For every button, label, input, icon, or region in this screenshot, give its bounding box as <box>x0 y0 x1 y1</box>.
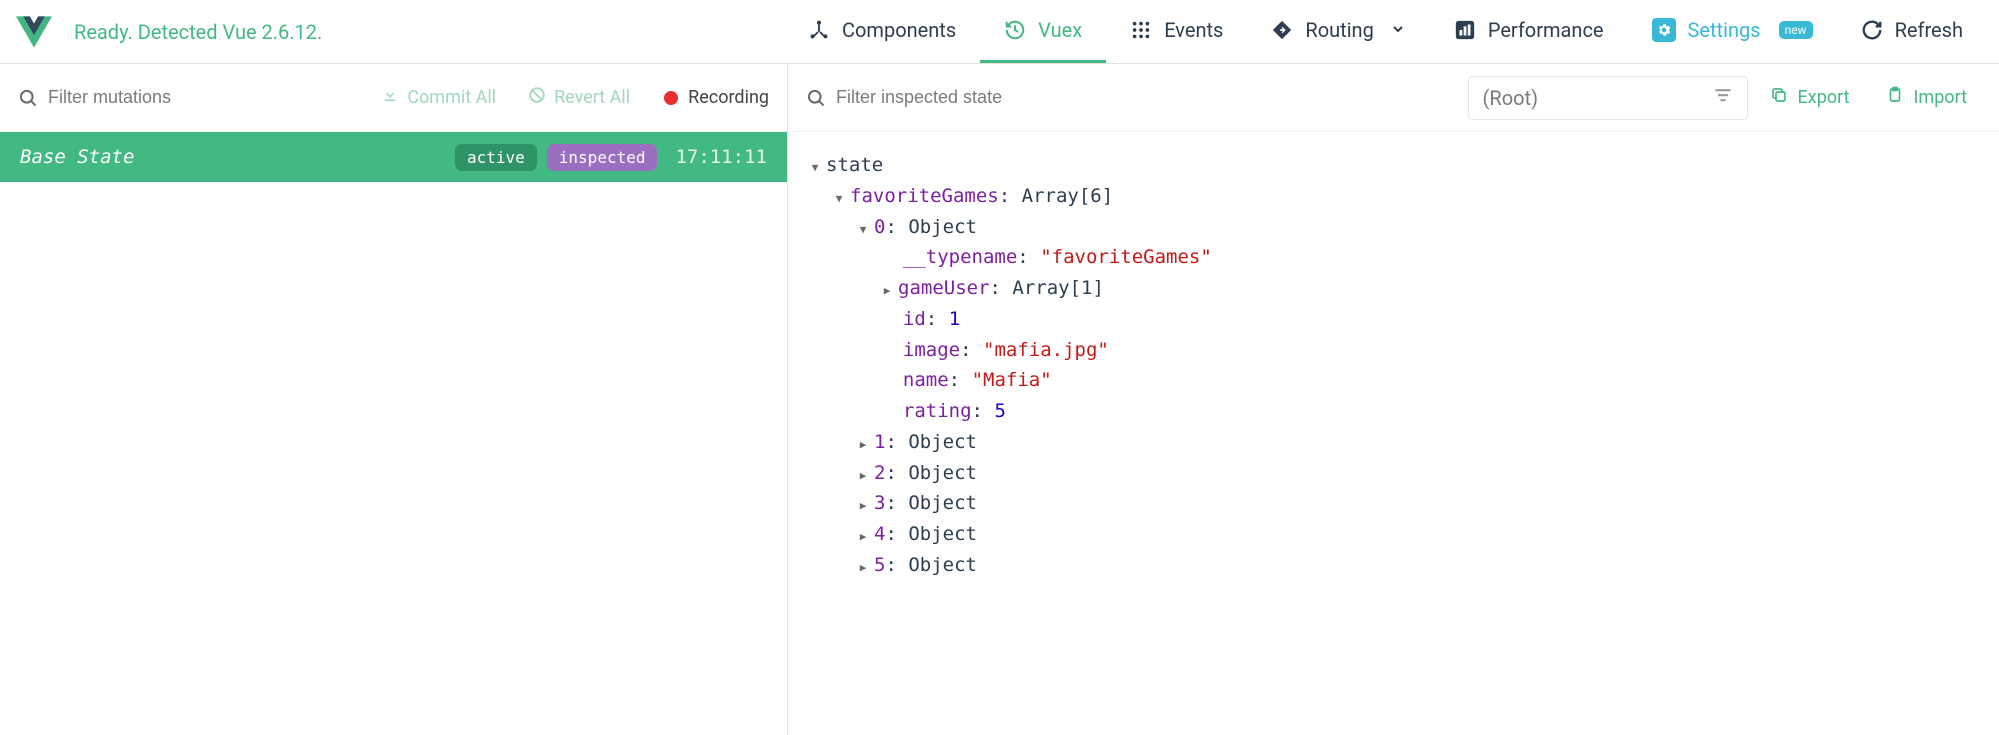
caret-right-icon <box>856 519 870 550</box>
tree-leaf-name: name: "Mafia" <box>808 365 1979 396</box>
recording-label: Recording <box>688 87 769 108</box>
tree-node-item-3[interactable]: 3: Object <box>808 488 1979 519</box>
tab-routing[interactable]: Routing <box>1247 0 1429 63</box>
tab-label: Settings <box>1688 18 1761 42</box>
record-icon <box>664 91 678 105</box>
gear-icon <box>1652 18 1676 42</box>
export-button[interactable]: Export <box>1756 86 1864 109</box>
button-label: Export <box>1798 87 1850 108</box>
button-label: Commit All <box>407 87 496 108</box>
import-button[interactable]: Import <box>1872 86 1981 109</box>
tab-label: Vuex <box>1038 18 1082 42</box>
tree-node-item-4[interactable]: 4: Object <box>808 519 1979 550</box>
filter-mutations-input[interactable] <box>46 86 361 109</box>
caret-right-icon <box>880 273 894 304</box>
tab-label: Events <box>1164 18 1223 42</box>
mutations-toolbar: Commit All Revert All Recording <box>0 64 787 132</box>
caret-down-icon <box>808 150 822 181</box>
caret-down-icon <box>856 212 870 243</box>
new-badge: new <box>1779 21 1813 39</box>
caret-right-icon <box>856 458 870 489</box>
clipboard-icon <box>1886 86 1904 109</box>
search-icon <box>18 88 38 108</box>
tree-leaf-image: image: "mafia.jpg" <box>808 335 1979 366</box>
tab-settings[interactable]: Settings new <box>1628 0 1837 63</box>
state-toolbar: (Root) Export Import <box>788 64 1999 132</box>
history-icon <box>1004 19 1026 41</box>
tree-leaf-typename: __typename: "favoriteGames" <box>808 242 1979 273</box>
tab-label: Routing <box>1305 18 1373 42</box>
mutation-title: Base State <box>20 146 445 168</box>
caret-right-icon <box>856 427 870 458</box>
caret-right-icon <box>856 550 870 581</box>
commit-all-button[interactable]: Commit All <box>369 86 508 109</box>
download-icon <box>381 86 399 109</box>
vue-logo-icon <box>16 14 52 50</box>
state-pane: (Root) Export Import state <box>788 64 1999 735</box>
tab-label: Performance <box>1488 18 1604 42</box>
tab-components[interactable]: Components <box>784 0 980 63</box>
tree-node-item-0[interactable]: 0: Object <box>808 212 1979 243</box>
status-text: Ready. Detected Vue 2.6.12. <box>74 20 322 44</box>
routing-icon <box>1271 19 1293 41</box>
tree-node-state[interactable]: state <box>808 150 1979 181</box>
module-select[interactable]: (Root) <box>1468 76 1748 120</box>
refresh-icon <box>1861 19 1883 41</box>
tab-vuex[interactable]: Vuex <box>980 0 1106 63</box>
refresh-button[interactable]: Refresh <box>1837 0 1987 63</box>
tree-node-gameuser[interactable]: gameUser: Array[1] <box>808 273 1979 304</box>
filter-state-input[interactable] <box>834 86 1460 109</box>
filter-list-icon <box>1713 85 1733 110</box>
mutation-row-base-state[interactable]: Base State active inspected 17:11:11 <box>0 132 787 182</box>
tab-events[interactable]: Events <box>1106 0 1247 63</box>
tree-node-favoritegames[interactable]: favoriteGames: Array[6] <box>808 181 1979 212</box>
state-tree: state favoriteGames: Array[6] 0: Object … <box>788 132 1999 599</box>
module-select-label: (Root) <box>1483 86 1539 110</box>
revert-all-button[interactable]: Revert All <box>516 86 642 109</box>
search-icon <box>806 88 826 108</box>
tree-leaf-id: id: 1 <box>808 304 1979 335</box>
chevron-down-icon <box>1390 18 1406 42</box>
caret-right-icon <box>856 488 870 519</box>
inspected-badge: inspected <box>547 144 658 171</box>
active-badge: active <box>455 144 537 171</box>
tab-performance[interactable]: Performance <box>1430 0 1628 63</box>
caret-down-icon <box>832 181 846 212</box>
bar-chart-icon <box>1454 19 1476 41</box>
mutation-time: 17:11:11 <box>675 146 767 168</box>
components-icon <box>808 19 830 41</box>
button-label: Revert All <box>554 87 630 108</box>
tab-label: Components <box>842 18 956 42</box>
tree-node-item-2[interactable]: 2: Object <box>808 458 1979 489</box>
tab-label: Refresh <box>1895 18 1963 42</box>
tree-node-item-1[interactable]: 1: Object <box>808 427 1979 458</box>
top-nav: Ready. Detected Vue 2.6.12. Components V… <box>0 0 1999 64</box>
button-label: Import <box>1914 87 1967 108</box>
ban-icon <box>528 86 546 109</box>
grid-dots-icon <box>1130 19 1152 41</box>
copy-icon <box>1770 86 1788 109</box>
tree-node-item-5[interactable]: 5: Object <box>808 550 1979 581</box>
recording-toggle[interactable]: Recording <box>650 87 769 108</box>
mutations-pane: Commit All Revert All Recording Base Sta… <box>0 64 788 735</box>
tree-leaf-rating: rating: 5 <box>808 396 1979 427</box>
nav-tabs: Components Vuex Events Routing <box>784 0 1987 63</box>
